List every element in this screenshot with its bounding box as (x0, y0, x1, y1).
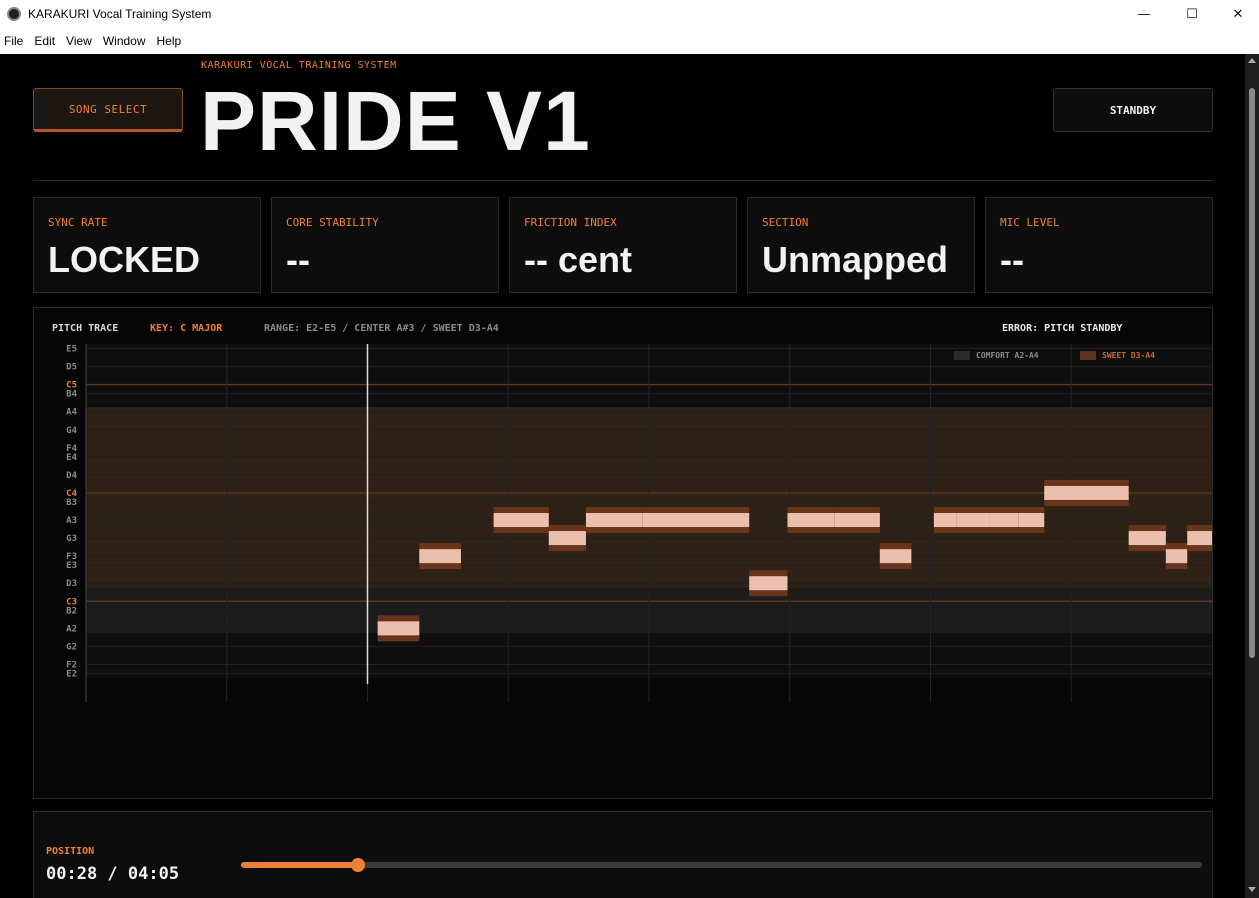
stat-sync-rate: SYNC RATE LOCKED (33, 197, 261, 293)
y-tick-label: G2 (66, 642, 77, 652)
stat-friction-index: FRICTION INDEX -- cent (509, 197, 737, 293)
stat-mic-level: MIC LEVEL -- (985, 197, 1213, 293)
scrollbar-thumb[interactable] (1249, 88, 1255, 658)
standby-button[interactable]: STANDBY (1053, 88, 1213, 132)
menu-bar: File Edit View Window Help (0, 28, 1259, 54)
y-tick-label: E4 (66, 453, 77, 463)
note-bar (1044, 485, 1129, 500)
app-content: SONG SELECT KARAKURI VOCAL TRAINING SYST… (0, 54, 1245, 898)
note-bar (749, 576, 788, 591)
note-bar (585, 513, 643, 528)
y-tick-label: A3 (66, 516, 77, 526)
y-tick-label: D5 (66, 363, 77, 373)
y-tick-label: A2 (66, 624, 77, 634)
key-label: KEY: C MAJOR (150, 323, 223, 334)
menu-view[interactable]: View (66, 34, 92, 48)
maximize-icon[interactable]: ☐ (1169, 0, 1215, 28)
system-label: KARAKURI VOCAL TRAINING SYSTEM (201, 60, 397, 71)
pitch-trace-panel: PITCH TRACE KEY: C MAJOR RANGE: E2-E5 / … (33, 307, 1213, 799)
note-bar (493, 513, 549, 528)
stat-label: SYNC RATE (48, 216, 108, 229)
menu-help[interactable]: Help (157, 34, 182, 48)
y-tick-label: E2 (66, 669, 77, 679)
stat-value: -- (1000, 239, 1024, 280)
error-label: ERROR: PITCH STANDBY (1002, 323, 1123, 334)
stat-value: -- cent (524, 239, 632, 280)
stat-label: CORE STABILITY (286, 216, 379, 229)
song-title: PRIDE V1 (200, 74, 591, 168)
legend-swatch-sweet (1080, 351, 1096, 360)
note-bar (1018, 513, 1045, 528)
stat-value: Unmapped (762, 239, 949, 280)
vertical-scrollbar[interactable] (1245, 54, 1259, 898)
note-bar (377, 621, 420, 636)
y-tick-label: G3 (66, 534, 77, 544)
menu-window[interactable]: Window (103, 34, 146, 48)
stat-label: FRICTION INDEX (524, 216, 617, 229)
pitch-trace-title: PITCH TRACE (52, 323, 119, 334)
stat-label: MIC LEVEL (1000, 216, 1060, 229)
note-bar (834, 513, 880, 528)
position-panel: POSITION 00:28 / 04:05 (33, 811, 1213, 898)
scroll-down-icon[interactable] (1248, 887, 1256, 892)
range-label: RANGE: E2-E5 / CENTER A#3 / SWEET D3-A4 (264, 323, 499, 334)
note-bar (956, 513, 990, 528)
legend-comfort: COMFORT A2-A4 (976, 351, 1039, 360)
position-time: 00:28 / 04:05 (46, 864, 180, 884)
position-slider[interactable] (241, 858, 1202, 872)
note-bar (989, 513, 1019, 528)
note-bar (642, 513, 677, 528)
pitch-trace-chart: E5D5C5B4A4G4F4E4D4C4B3A3G3F3E3D3C3B2A2G2… (66, 344, 1212, 702)
scroll-up-icon[interactable] (1248, 58, 1256, 63)
title-bar: KARAKURI Vocal Training System — ☐ ✕ (0, 0, 1259, 28)
app-icon (7, 7, 21, 21)
y-tick-label: A4 (66, 408, 77, 418)
menu-edit[interactable]: Edit (34, 34, 55, 48)
minimize-icon[interactable]: — (1121, 0, 1167, 28)
y-tick-label: B2 (66, 606, 77, 616)
y-tick-label: D4 (66, 471, 77, 481)
note-bar (676, 513, 750, 528)
y-tick-label: B3 (66, 498, 77, 508)
note-bar (879, 549, 912, 564)
note-bar (1187, 531, 1212, 546)
close-icon[interactable]: ✕ (1215, 0, 1259, 28)
stat-value: LOCKED (48, 239, 200, 280)
position-slider-fill (241, 862, 359, 868)
y-tick-label: B4 (66, 390, 77, 400)
position-label: POSITION (46, 846, 95, 857)
note-bar (933, 513, 957, 528)
y-tick-label: E5 (66, 345, 77, 355)
legend-sweet: SWEET D3-A4 (1102, 351, 1155, 360)
window-title: KARAKURI Vocal Training System (28, 7, 212, 21)
stat-core-stability: CORE STABILITY -- (271, 197, 499, 293)
stat-label: SECTION (762, 216, 809, 229)
y-tick-label: G4 (66, 426, 77, 436)
note-bar (419, 549, 461, 564)
y-tick-label: D3 (66, 579, 77, 589)
note-bar (787, 513, 835, 528)
note-bar (548, 531, 586, 546)
stat-section: SECTION Unmapped (747, 197, 975, 293)
y-tick-label: E3 (66, 561, 77, 571)
note-bar (1165, 549, 1188, 564)
stat-value: -- (286, 239, 310, 280)
menu-file[interactable]: File (4, 34, 23, 48)
legend-swatch-comfort (954, 351, 970, 360)
header-divider (33, 180, 1213, 181)
note-bar (1128, 531, 1166, 546)
position-slider-handle[interactable] (351, 858, 366, 872)
song-select-button[interactable]: SONG SELECT (33, 88, 183, 132)
